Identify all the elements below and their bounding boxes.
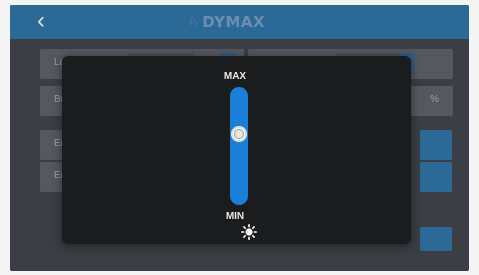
back-button[interactable]: ‹ [30,9,52,33]
header-bar: ‹ ♘ DYMAX [10,5,469,39]
min-label: MIN [225,211,245,222]
logo-mark-icon: ♘ [188,15,200,29]
percent-unit: % [430,94,439,105]
row-4-action-button[interactable] [420,162,452,192]
bottom-action-button[interactable] [420,227,452,251]
sun-brightness-icon [241,224,257,240]
row-3-action-button[interactable] [420,130,452,160]
brand-logo: ♘ DYMAX [188,13,265,31]
chevron-left-icon: ‹ [37,7,45,34]
max-label: MAX [223,71,247,82]
brand-name: DYMAX [202,13,266,31]
brightness-modal: MAX MIN [62,56,411,244]
brightness-slider-track[interactable] [230,87,248,205]
